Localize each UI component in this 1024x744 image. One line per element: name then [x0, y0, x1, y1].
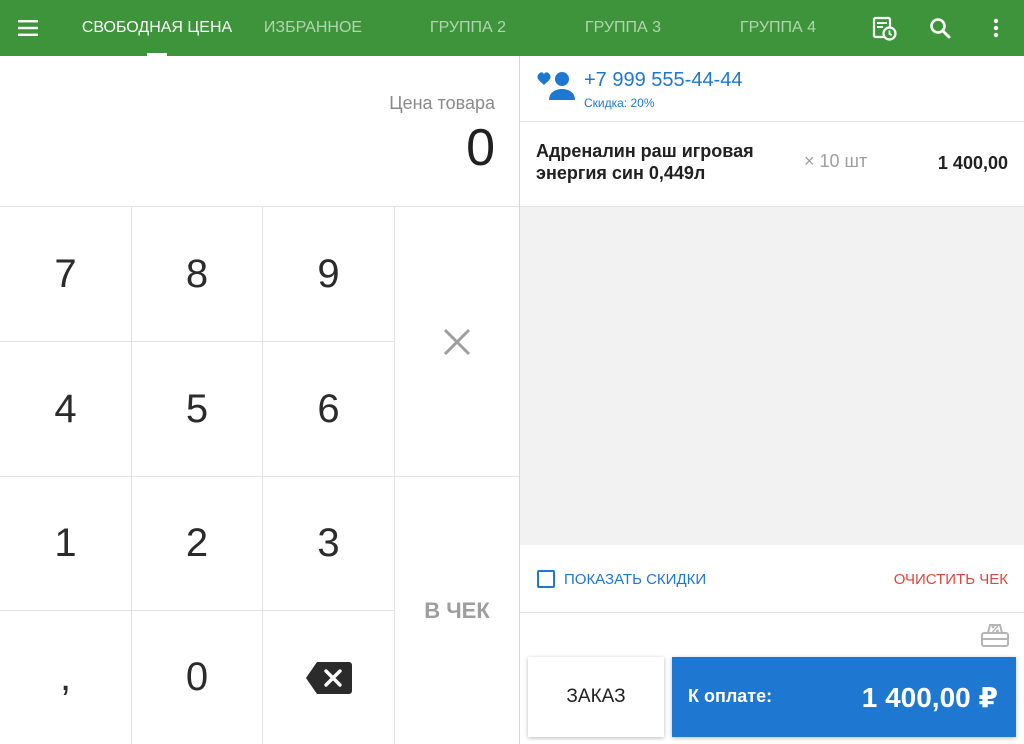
check-item-row[interactable]: Адреналин раш игровая энергия син 0,449л… [520, 122, 1024, 207]
show-discounts-label[interactable]: ПОКАЗАТЬ СКИДКИ [564, 571, 706, 588]
item-quantity: × 10 шт [804, 151, 868, 171]
add-to-check-button[interactable]: В ЧЕК [395, 477, 519, 744]
show-discounts-checkbox[interactable] [537, 570, 555, 588]
customer-phone: +7 999 555-44-44 [584, 69, 743, 91]
key-6[interactable]: 6 [263, 342, 395, 477]
price-entry-panel: Цена товара 0 7 8 9 4 5 6 1 2 3 , 0 В ЧЕ… [0, 56, 519, 744]
search-icon[interactable] [920, 8, 960, 48]
discount-register-icon[interactable] [980, 619, 1010, 649]
key-1[interactable]: 1 [0, 477, 132, 611]
loyal-customer-icon [536, 70, 580, 104]
receipt-history-icon[interactable] [864, 8, 904, 48]
price-label: Цена товара [389, 93, 495, 113]
check-actions: ПОКАЗАТЬ СКИДКИ ОЧИСТИТЬ ЧЕК [520, 545, 1024, 613]
price-value: 0 [466, 119, 495, 177]
clear-check-button[interactable]: ОЧИСТИТЬ ЧЕК [894, 571, 1008, 588]
tab-group-2[interactable]: ГРУППА 2 [408, 0, 528, 56]
tab-group-4[interactable]: ГРУППА 4 [718, 0, 838, 56]
check-panel: +7 999 555-44-44 Скидка: 20% Адреналин р… [520, 56, 1024, 744]
key-3[interactable]: 3 [263, 477, 395, 611]
key-comma[interactable]: , [0, 611, 132, 744]
item-sum: 1 400,00 [937, 153, 1008, 173]
multiply-icon [442, 327, 472, 357]
order-button[interactable]: ЗАКАЗ [528, 657, 664, 737]
pay-amount: 1 400,00 ₽ [861, 682, 998, 713]
backspace-key[interactable] [263, 611, 395, 744]
key-9[interactable]: 9 [263, 207, 395, 342]
customer-discount: Скидка: 20% [584, 96, 655, 110]
check-empty-area [520, 207, 1024, 545]
tab-favorites[interactable]: ИЗБРАННОЕ [252, 0, 374, 56]
key-8[interactable]: 8 [132, 207, 263, 342]
key-0[interactable]: 0 [132, 611, 263, 744]
app-bar: СВОБОДНАЯ ЦЕНА ИЗБРАННОЕ ГРУППА 2 ГРУППА… [0, 0, 1024, 56]
key-2[interactable]: 2 [132, 477, 263, 611]
hamburger-menu-icon[interactable] [8, 8, 48, 48]
customer-card[interactable]: +7 999 555-44-44 Скидка: 20% [520, 56, 1024, 122]
key-4[interactable]: 4 [0, 342, 132, 477]
item-name: Адреналин раш игровая энергия син 0,449л [536, 141, 754, 183]
pay-button[interactable]: К оплате: 1 400,00 ₽ [672, 657, 1016, 737]
more-vert-icon[interactable] [976, 8, 1016, 48]
pay-label: К оплате: [688, 686, 773, 706]
multiply-key[interactable] [395, 207, 519, 477]
tab-free-price[interactable]: СВОБОДНАЯ ЦЕНА [72, 0, 242, 56]
tab-group-3[interactable]: ГРУППА 3 [563, 0, 683, 56]
backspace-icon [305, 661, 353, 695]
key-7[interactable]: 7 [0, 207, 132, 342]
key-5[interactable]: 5 [132, 342, 263, 477]
